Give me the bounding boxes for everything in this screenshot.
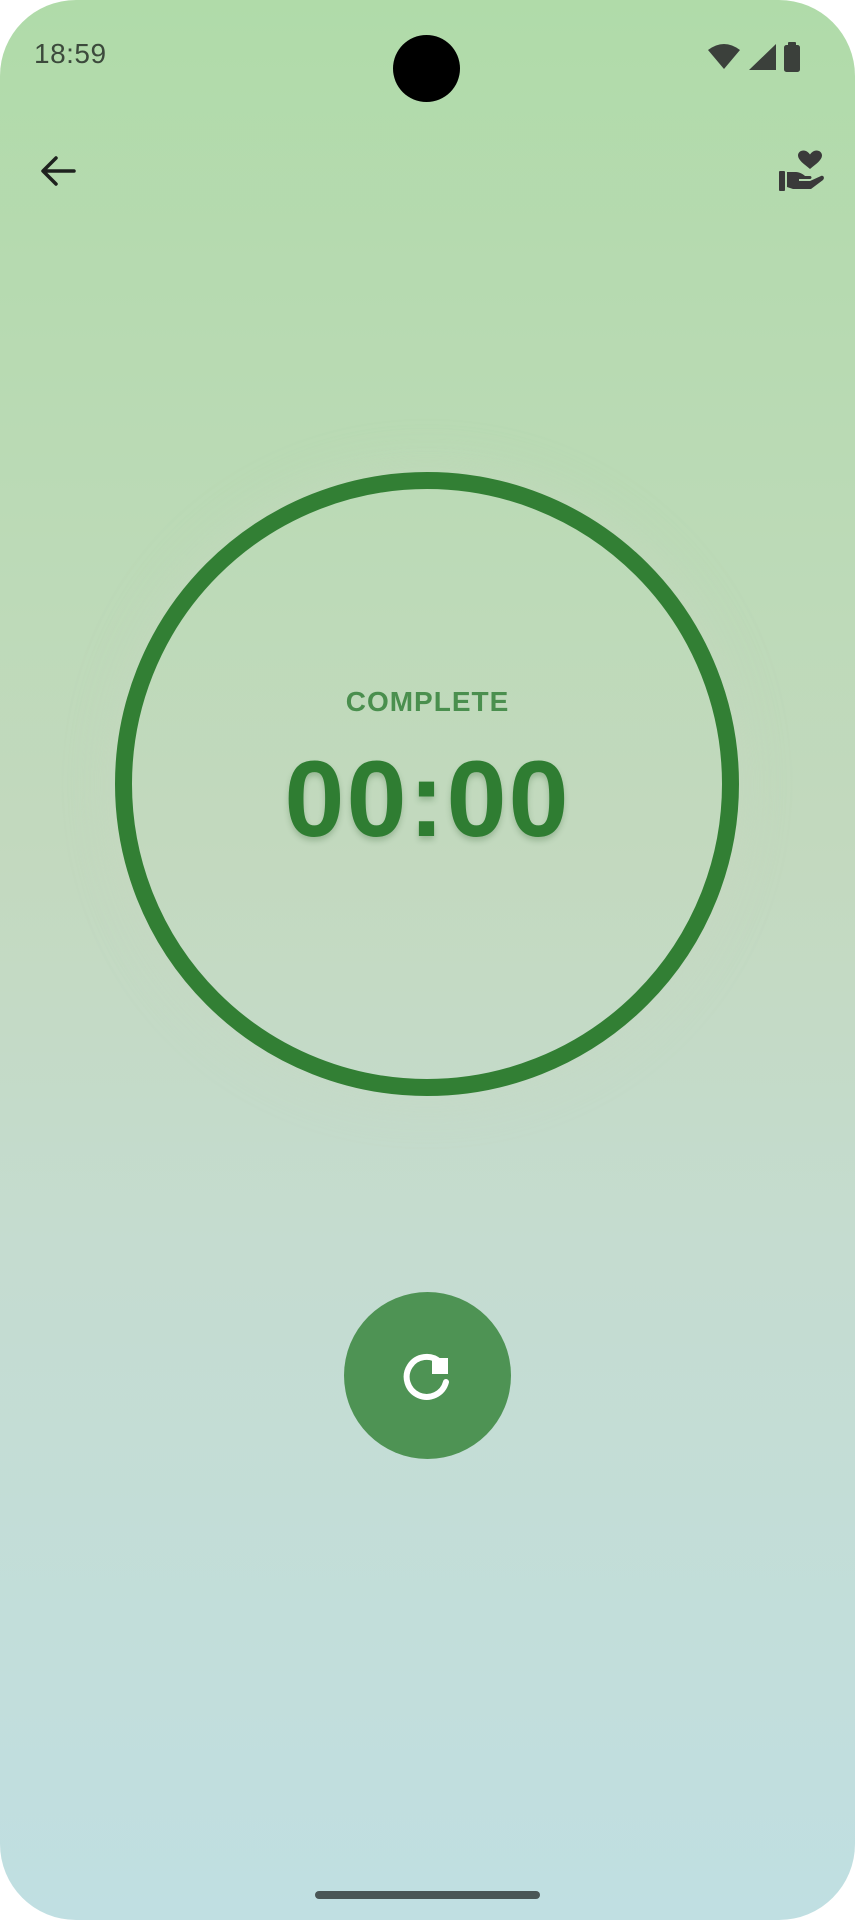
arrow-left-icon <box>41 156 76 186</box>
restart-icon <box>403 1353 449 1400</box>
hand-heart-icon <box>779 150 824 191</box>
back-button[interactable] <box>28 141 88 201</box>
wifi-icon <box>708 44 740 69</box>
status-time: 18:59 <box>34 38 107 69</box>
camera-cutout <box>393 35 460 102</box>
cellular-signal-icon <box>749 44 776 70</box>
status-bar: 18:59 <box>0 0 855 110</box>
app-screen: 18:59 COMPLETE 00:00 <box>0 0 855 1920</box>
timer-status-label: COMPLETE <box>345 686 510 717</box>
home-indicator[interactable] <box>315 1891 540 1899</box>
reset-button[interactable] <box>344 1292 511 1459</box>
status-icons <box>707 42 801 72</box>
support-button[interactable] <box>771 141 831 201</box>
battery-icon <box>784 42 800 72</box>
top-app-bar <box>0 135 855 215</box>
timer-countdown: 00:00 <box>284 738 571 859</box>
